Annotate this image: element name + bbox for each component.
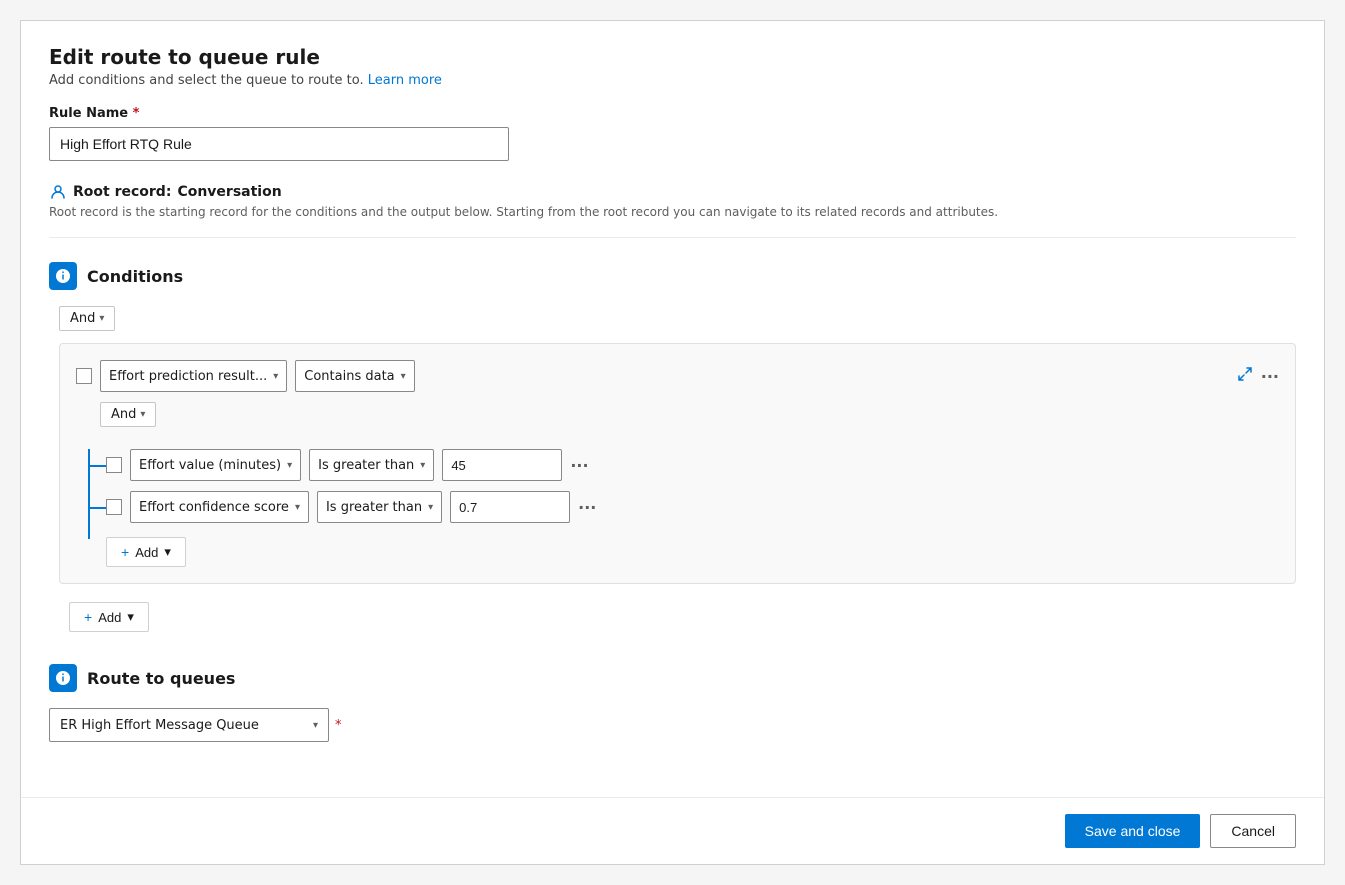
conditions-title: Conditions [87,267,183,286]
is-greater-than-label-1: Is greater than [318,458,414,473]
route-section-icon [49,664,77,692]
effort-prediction-label: Effort prediction result... [109,369,267,384]
condition-row-1: Effort prediction result... ▾ Contains d… [76,360,1279,392]
effort-value-input[interactable] [442,449,562,481]
contains-data-select[interactable]: Contains data ▾ [295,360,414,392]
condition-row-2-checkbox[interactable] [106,457,122,473]
expand-icon[interactable] [1237,366,1253,386]
is-greater-than-label-2: Is greater than [326,500,422,515]
root-record-description: Root record is the starting record for t… [49,205,1296,219]
contains-data-chevron: ▾ [401,371,406,382]
contains-data-label: Contains data [304,369,394,384]
footer: Save and close Cancel [21,797,1324,864]
queue-dropdown[interactable]: ER High Effort Message Queue ▾ [49,708,329,742]
root-record-label: Root record: [73,184,171,200]
conditions-section-header: Conditions [49,262,1296,290]
condition-row-3-more[interactable]: ··· [578,498,596,517]
inner-and-badge[interactable]: And ▾ [100,402,156,427]
effort-value-chevron: ▾ [287,460,292,471]
effort-prediction-chevron: ▾ [273,371,278,382]
inner-rows-wrapper: Effort value (minutes) ▾ Is greater than… [106,449,1279,567]
inner-add-button[interactable]: + Add ▾ [106,537,186,567]
outer-add-label: Add [98,610,121,625]
save-and-close-button[interactable]: Save and close [1065,814,1201,848]
outer-add-wrapper: + Add ▾ [69,598,1296,632]
is-greater-than-select-2[interactable]: Is greater than ▾ [317,491,442,523]
top-and-chevron: ▾ [99,313,104,324]
effort-value-select[interactable]: Effort value (minutes) ▾ [130,449,301,481]
inner-and-chevron: ▾ [140,409,145,420]
outer-add-button[interactable]: + Add ▾ [69,602,149,632]
inner-add-chevron: ▾ [164,544,171,560]
queue-select-wrapper: ER High Effort Message Queue ▾ * [49,708,1296,742]
page-title: Edit route to queue rule [49,45,1296,69]
condition-row-2-more[interactable]: ··· [570,456,588,475]
page-subtitle: Add conditions and select the queue to r… [49,73,1296,88]
inner-add-label: Add [135,545,158,560]
rule-name-label: Rule Name * [49,106,1296,121]
is-greater-than-select-1[interactable]: Is greater than ▾ [309,449,434,481]
inner-add-plus: + [121,544,129,560]
is-greater-than-chevron-2: ▾ [428,502,433,513]
top-and-label: And [70,311,95,326]
conditions-section-icon [49,262,77,290]
top-and-badge[interactable]: And ▾ [59,306,115,331]
subtitle-text: Add conditions and select the queue to r… [49,73,368,88]
effort-confidence-chevron: ▾ [295,502,300,513]
condition-row-2: Effort value (minutes) ▾ Is greater than… [106,449,1279,481]
rule-name-input[interactable] [49,127,509,161]
learn-more-link[interactable]: Learn more [368,73,442,88]
condition-row-3: Effort confidence score ▾ Is greater tha… [106,491,1279,523]
outer-add-chevron: ▾ [127,609,134,625]
queue-required-star: * [335,718,342,733]
required-indicator: * [133,106,140,121]
condition-row-1-more[interactable]: ··· [1261,367,1279,386]
cancel-button[interactable]: Cancel [1210,814,1296,848]
queue-chevron: ▾ [313,720,318,731]
effort-confidence-input[interactable] [450,491,570,523]
effort-confidence-label: Effort confidence score [139,500,289,515]
is-greater-than-chevron-1: ▾ [420,460,425,471]
root-record-value: Conversation [177,184,281,200]
root-record-section: Root record: Conversation Root record is… [49,183,1296,238]
effort-value-label: Effort value (minutes) [139,458,281,473]
condition-row-1-checkbox[interactable] [76,368,92,384]
rule-name-section: Rule Name * [49,106,1296,161]
inner-and-label: And [111,407,136,422]
root-record-title: Root record: Conversation [49,183,1296,201]
effort-prediction-select[interactable]: Effort prediction result... ▾ [100,360,287,392]
outer-add-plus: + [84,609,92,625]
modal-container: Edit route to queue rule Add conditions … [20,20,1325,865]
condition-row-3-checkbox[interactable] [106,499,122,515]
effort-confidence-select[interactable]: Effort confidence score ▾ [130,491,309,523]
condition-group: Effort prediction result... ▾ Contains d… [59,343,1296,584]
route-to-queues-title: Route to queues [87,669,235,688]
route-to-queues-section: Route to queues ER High Effort Message Q… [49,664,1296,742]
queue-value-label: ER High Effort Message Queue [60,718,259,733]
route-section-header: Route to queues [49,664,1296,692]
root-record-icon [49,183,67,201]
conditions-area: And ▾ Effort prediction result... ▾ Cont… [59,306,1296,632]
